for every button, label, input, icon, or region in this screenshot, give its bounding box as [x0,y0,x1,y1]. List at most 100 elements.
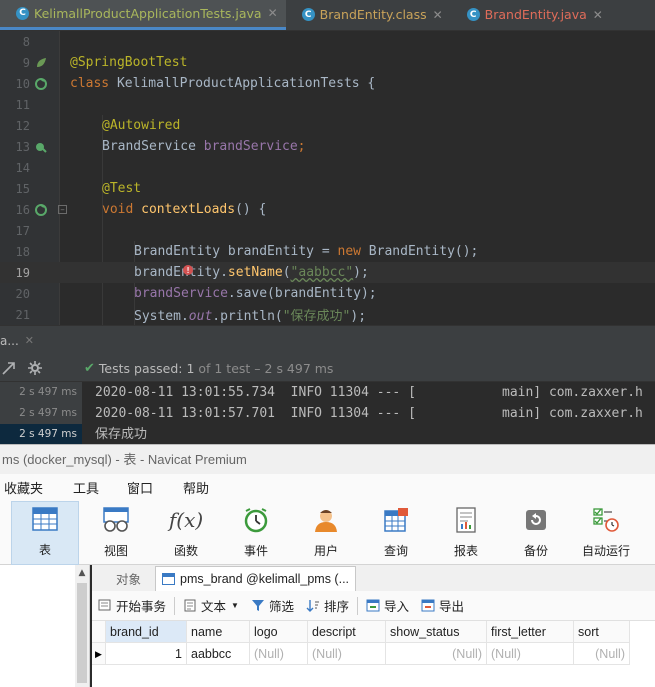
view-icon [102,506,130,534]
transaction-icon [98,599,112,612]
spring-leaf-icon[interactable] [34,56,48,70]
object-tree-panel[interactable]: ▲ [0,565,90,687]
menu-tools[interactable]: 工具 [69,478,99,497]
tab-label: BrandEntity.class [319,7,427,22]
test-duration[interactable]: 2 s 497 ms [0,403,82,424]
data-grid[interactable]: brand_id name logo descript show_status … [92,621,655,687]
toolbar-automation-button[interactable]: 自动运行 [572,501,640,565]
toolbar-user-button[interactable]: 用户 [292,501,360,565]
bean-navigate-icon[interactable] [34,140,48,154]
tab-pms-brand[interactable]: pms_brand @kelimall_pms (... [155,566,357,591]
table-cell[interactable]: aabbcc [187,643,250,665]
clock-icon [242,506,270,534]
close-icon[interactable]: ✕ [433,8,443,22]
filter-icon [251,599,265,612]
tab-brand-entity-class[interactable]: C BrandEntity.class ✕ [286,0,451,30]
scroll-up-icon[interactable]: ▲ [75,565,89,581]
menu-favorites[interactable]: 收藏夹 [0,478,43,497]
line-number: 12 [15,118,30,133]
table-cell[interactable]: (Null) [386,643,487,665]
tab-brand-entity-java[interactable]: C BrandEntity.java ✕ [451,0,611,30]
table-header-row: brand_id name logo descript show_status … [92,621,655,643]
table-cell[interactable]: 1 [106,643,187,665]
scroll-thumb[interactable] [77,583,87,683]
toolbar-label: 事件 [243,544,268,558]
filter-button[interactable]: 筛选 [245,596,300,615]
export-button[interactable]: 导出 [415,596,470,615]
toolbar-report-button[interactable]: 报表 [432,501,500,565]
table-row[interactable]: ▶ 1 aabbcc (Null) (Null) (Null) (Null) (… [92,643,655,665]
toolbar-backup-button[interactable]: 备份 [502,501,570,565]
toolbar-query-button[interactable]: 查询 [362,501,430,565]
run-tab-label[interactable]: a... [0,334,19,348]
test-duration[interactable]: 2 s 497 ms [0,424,82,445]
toolbar-label: 查询 [383,544,408,558]
sort-button[interactable]: 排序 [300,596,355,615]
report-icon [452,506,480,534]
toolbar-view-button[interactable]: 视图 [82,501,150,565]
table-icon [162,573,176,585]
toolbar-function-button[interactable]: f(x) 函数 [152,501,220,565]
table-cell[interactable]: (Null) [574,643,630,665]
column-header[interactable]: brand_id [106,621,187,643]
annotation: @Test [102,181,142,196]
table-cell[interactable]: (Null) [487,643,574,665]
close-icon[interactable]: ✕ [25,334,34,347]
object-tab-bar: 对象 pms_brand @kelimall_pms (... [92,565,655,591]
column-header[interactable]: sort [574,621,630,643]
tab-kelimall-tests[interactable]: C KelimallProductApplicationTests.java ✕ [0,0,286,30]
line-number: 10 [15,76,30,91]
window-title: ms (docker_mysql) - 表 - Navicat Premium [0,444,655,474]
column-header[interactable]: descript [308,621,386,643]
table-cell[interactable]: (Null) [250,643,308,665]
error-bulb-icon[interactable]: ! [183,265,193,275]
column-header[interactable]: logo [250,621,308,643]
line-number: 20 [15,286,30,301]
close-icon[interactable]: ✕ [593,8,603,22]
toolbar-label: 函数 [173,544,198,558]
menu-help[interactable]: 帮助 [179,478,209,497]
close-icon[interactable]: ✕ [268,6,278,20]
table-icon [31,505,59,533]
console-line: 2020-08-11 13:01:57.701 INFO 11304 --- [… [95,406,643,421]
export-icon[interactable] [2,361,18,375]
begin-transaction-button[interactable]: 开始事务 [92,596,172,615]
import-icon [366,599,380,612]
fold-icon[interactable]: − [58,205,67,214]
line-number: 9 [22,55,30,70]
toolbar-table-button[interactable]: 表 [11,501,79,565]
console-output[interactable]: 2020-08-11 13:01:55.734 INFO 11304 --- [… [82,382,655,444]
run-tab-bar: a... ✕ [0,325,655,355]
table-cell[interactable]: (Null) [308,643,386,665]
tab-objects[interactable]: 对象 [92,566,155,591]
test-duration[interactable]: 2 s 497 ms [0,382,82,403]
toolbar-event-button[interactable]: 事件 [222,501,290,565]
menu-bar: 收藏夹 工具 窗口 帮助 [0,474,655,501]
check-icon: ✔ [84,360,95,376]
run-test-icon[interactable] [34,203,48,217]
line-number: 16 [15,202,30,217]
current-row-marker-icon: ▶ [92,643,106,665]
checklist-clock-icon [592,506,620,534]
column-header[interactable]: first_letter [487,621,574,643]
java-class-icon: C [466,8,480,21]
settings-icon[interactable] [28,361,44,375]
code-editor[interactable]: 8 9 @SpringBootTest 10 class KelimallPro… [0,31,655,325]
tab-label: KelimallProductApplicationTests.java [34,5,262,21]
current-line[interactable]: 19 brandEntity.setName("aabbcc"); ! [0,262,655,283]
column-header[interactable]: show_status [386,621,487,643]
text-button[interactable]: 文本 ▼ [177,596,245,615]
import-button[interactable]: 导入 [360,596,415,615]
function-icon: f(x) [168,508,204,532]
line-number: 15 [15,181,30,196]
java-class-icon: C [301,8,315,21]
line-number: 18 [15,244,30,259]
chevron-down-icon: ▼ [231,601,239,610]
menu-window[interactable]: 窗口 [123,478,153,497]
column-header[interactable]: name [187,621,250,643]
test-results-tree[interactable]: 2 s 497 ms 2 s 497 ms 2 s 497 ms [0,382,82,445]
vertical-scrollbar[interactable]: ▲ [75,565,89,687]
run-test-icon[interactable] [34,77,48,91]
console-line: 2020-08-11 13:01:55.734 INFO 11304 --- [… [95,385,643,400]
toolbar-label: 报表 [453,544,478,558]
